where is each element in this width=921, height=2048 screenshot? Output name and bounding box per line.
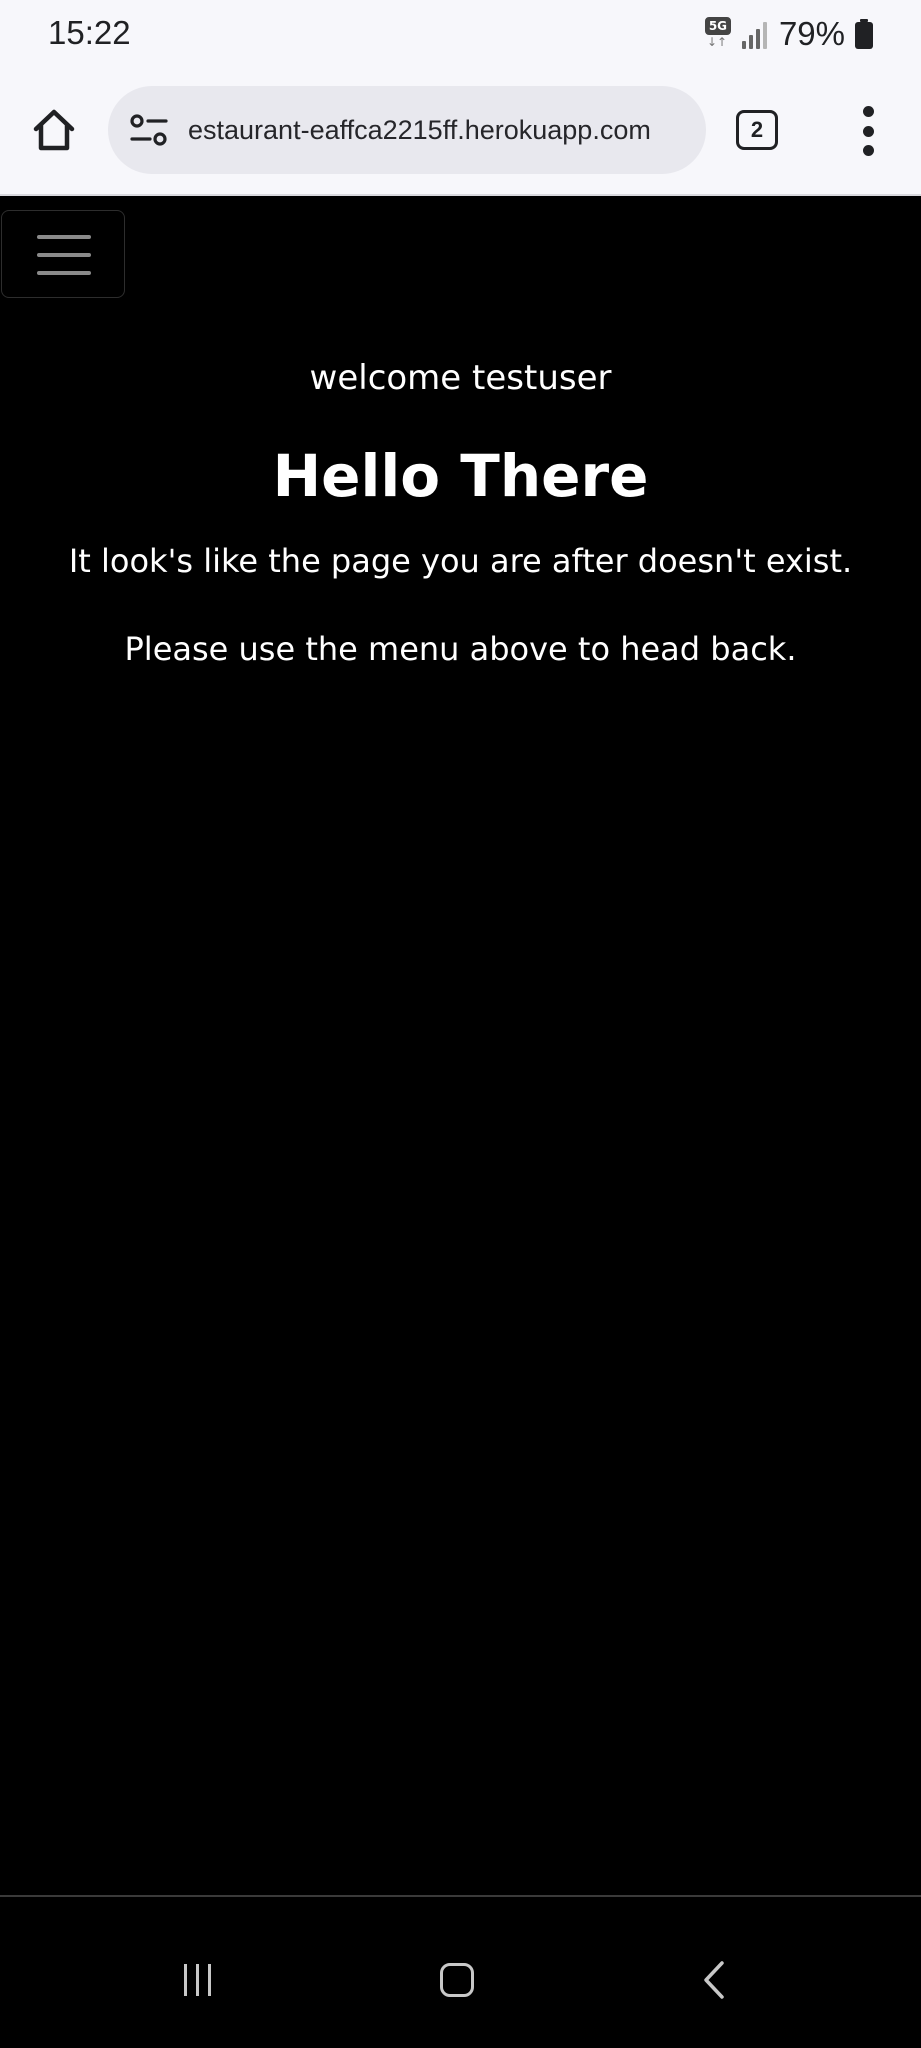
url-text[interactable]: estaurant-eaffca2215ff.herokuapp.com bbox=[188, 86, 696, 174]
home-button[interactable] bbox=[28, 104, 80, 156]
network-badge: 5G bbox=[704, 17, 731, 35]
hamburger-menu-button[interactable] bbox=[1, 210, 125, 298]
signal-icon bbox=[741, 19, 767, 49]
status-icons: 5G ↓↑ 79% bbox=[704, 14, 873, 54]
error-message: It look's like the page you are after do… bbox=[68, 542, 853, 580]
status-time: 15:22 bbox=[48, 14, 131, 51]
status-bar: 15:22 5G ↓↑ 79% bbox=[0, 0, 921, 66]
phone-screen: 15:22 5G ↓↑ 79% estaurant-eaffca2215ff.h… bbox=[0, 0, 921, 2048]
battery-percent: 79% bbox=[778, 15, 845, 52]
browser-toolbar: estaurant-eaffca2215ff.herokuapp.com 2 bbox=[0, 66, 921, 196]
help-message: Please use the menu above to head back. bbox=[124, 630, 797, 668]
more-options-icon[interactable] bbox=[848, 106, 888, 156]
data-arrows-icon: ↓↑ bbox=[706, 35, 728, 49]
recent-apps-icon[interactable] bbox=[172, 1955, 222, 2005]
site-settings-icon[interactable] bbox=[128, 110, 170, 150]
welcome-text: welcome testuser bbox=[309, 358, 612, 398]
home-icon bbox=[33, 109, 75, 151]
web-page: welcome testuser Hello There It look's l… bbox=[0, 198, 921, 1895]
tabs-button[interactable]: 2 bbox=[736, 110, 778, 150]
address-bar[interactable]: estaurant-eaffca2215ff.herokuapp.com bbox=[108, 86, 706, 174]
page-heading: Hello There bbox=[272, 442, 649, 510]
5g-icon: 5G ↓↑ bbox=[704, 17, 734, 51]
back-icon[interactable] bbox=[694, 1955, 734, 2005]
battery-icon bbox=[855, 19, 873, 49]
system-home-icon[interactable] bbox=[431, 1957, 483, 2003]
hamburger-menu-icon bbox=[37, 235, 91, 239]
system-nav-bar bbox=[0, 1895, 921, 2048]
